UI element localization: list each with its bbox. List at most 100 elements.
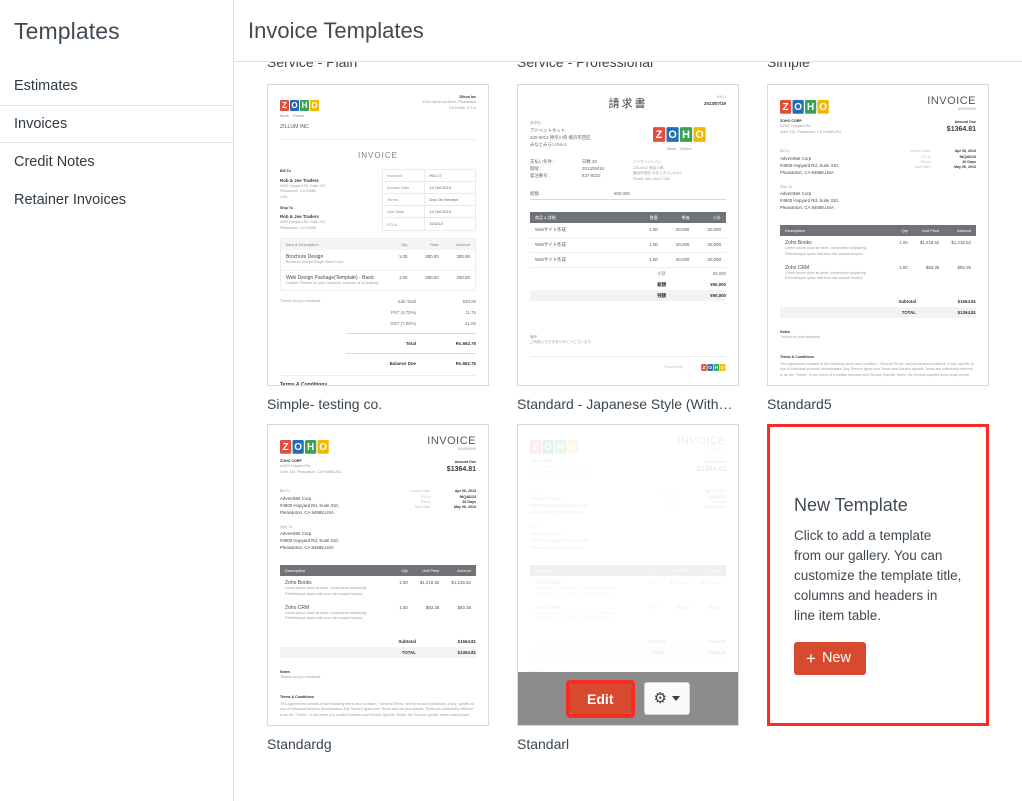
zoho-logo: ZOHO (780, 100, 830, 114)
column-header: Description (535, 568, 556, 574)
company-addr-1: Suite 310, Pleasanton, CA 94588,USA (280, 469, 342, 474)
ship-to-label: Ship To (280, 205, 293, 210)
item-qty: 1.00 (899, 265, 908, 271)
meta-value: 24 Oct 2013 (424, 182, 475, 194)
main-content: Invoice Templates Service - Plain Servic… (234, 0, 1022, 801)
total-value: ¥60,000 (710, 282, 726, 288)
sidebar-item-retainer-invoices[interactable]: Retainer Invoices (0, 181, 233, 219)
column-header: Rate (430, 242, 439, 248)
sidebar-item-estimates[interactable]: Estimates (0, 67, 233, 105)
settings-dropdown-button[interactable]: ⚙ (643, 682, 690, 715)
amount-due-value: $1364.81 (446, 465, 476, 473)
item-name: Webサイト作成 (535, 242, 566, 248)
total-value: $1564.81 (957, 298, 976, 304)
column-header: Qty (651, 568, 658, 574)
meta-value: INV-17 (424, 170, 475, 182)
new-template-panel[interactable]: New Template Click to add a template fro… (767, 424, 989, 726)
edit-button-highlight: Edit (566, 679, 635, 718)
table-header-row: Description Qty Unit Price Amount (280, 565, 476, 577)
item-desc: Lorem ipsum dolor sit amet, consectetur … (785, 246, 867, 256)
template-thumbnail-zillum[interactable]: ZOHO Work · Online ZILLUM INC Zillum Inc… (267, 84, 489, 386)
notes-text: ご利用いただきありがとうございます。 (530, 340, 595, 345)
edit-button[interactable]: Edit (570, 683, 631, 714)
template-card[interactable]: ZOHO ZOHO CORP #4900 Hopyard Rd, Suite 3… (767, 84, 1017, 412)
bill-to-0: AdventNet Corp (530, 495, 562, 501)
new-template-button[interactable]: + New (794, 641, 866, 675)
template-card[interactable]: INV-1 2013/07/19 請求書 請求先: アドベントネット 220-0… (517, 84, 767, 412)
ship-to-name: Rob & Joe Traders (280, 214, 319, 220)
item-amount: $83.35 (707, 605, 721, 611)
total-key: TOTAL (901, 309, 916, 315)
invoice-preview-standardg: ZOHO ZOHO CORP #4900 Hopyard Rd, Suite 3… (268, 425, 488, 725)
table-row: Brochure Design Brochure Design Single S… (281, 250, 475, 271)
bill-to-1: #4900 Hopyard Rd, Suite 310, (280, 502, 340, 508)
bill-to-label: Bill To (280, 169, 291, 174)
bill-to-1: #4900 Hopyard Rd, Suite 310, (780, 162, 840, 168)
column-header: 数量 (649, 214, 658, 220)
templates-grid: ZOHO Work · Online ZILLUM INC Zillum Inc… (234, 84, 1022, 764)
invoice-preview-standard5: ZOHO ZOHO CORP #4900 Hopyard Rd, Suite 3… (768, 85, 988, 385)
template-thumbnail-standard5[interactable]: ZOHO ZOHO CORP #4900 Hopyard Rd, Suite 3… (767, 84, 989, 386)
column-header: 商品 & 詳細 (535, 214, 556, 220)
meta-value: May 06, 2013 (704, 505, 726, 510)
template-thumbnail-japanese[interactable]: INV-1 2013/07/19 請求書 請求先: アドベントネット 220-0… (517, 84, 739, 386)
logo-subtitle: Work · Online (280, 114, 305, 118)
column-header: 単価 (681, 214, 690, 220)
table-row: Zoho Books Lorem ipsum dolor sit amet, c… (530, 576, 726, 601)
item-price: $1,218.52 (419, 580, 440, 586)
column-header: Description (285, 568, 306, 574)
total-key: TOTAL (651, 649, 666, 655)
new-template-button-label: New (821, 650, 851, 667)
invoice-meta-table: Invoice# INV-17 Invoice Date 24 Oct 2013 T… (382, 169, 476, 232)
zoho-logo: ZOHO (280, 100, 320, 111)
total-key: Subtotal (398, 638, 416, 644)
sidebar-item-invoices[interactable]: Invoices (0, 105, 233, 143)
invoice-preview-zillum: ZOHO Work · Online ZILLUM INC Zillum Inc… (268, 85, 488, 385)
new-template-description: Click to add a template from our gallery… (794, 528, 962, 623)
ship-to-0: AdventNet Corp (780, 191, 812, 197)
chevron-down-icon (671, 696, 680, 701)
template-card[interactable]: ZOHO ZOHO CORP #4900 Hopyard Rd, Suite 3… (267, 424, 517, 752)
bill-to-0: AdventNet Corp (280, 495, 312, 501)
template-thumbnail-standardg[interactable]: ZOHO ZOHO CORP #4900 Hopyard Rd, Suite 3… (267, 424, 489, 726)
bill-to-line-1: 220-0012 神奈川県 横浜市西区 (530, 134, 591, 140)
template-label: Standarl (517, 736, 570, 752)
terms-text: This Agreement consists of the following… (780, 361, 974, 377)
sidebar-item-credit-notes[interactable]: Credit Notes (0, 143, 233, 181)
ship-to-1: #4900 Hopyard Rd, Suite 310, (780, 198, 840, 204)
item-price: $83.35 (675, 605, 690, 611)
item-qty: 1.00 (649, 242, 658, 248)
company-addr-1: Suite 310, Pleasanton, CA 94588,USA (530, 469, 592, 474)
thumbnail-hover-toolbar: Edit ⚙ (518, 672, 738, 725)
meta-key: P.O.# (387, 221, 397, 227)
column-header: Qty (401, 568, 408, 574)
logo-subtitle: Work · Online (667, 147, 692, 152)
item-amount: $1,218.52 (951, 240, 971, 246)
column-header: Qty (401, 242, 408, 248)
bill-to-2: Pleasanton, CA 94588,USA (780, 169, 834, 175)
item-qty: 1.00 (649, 257, 658, 263)
notes-text: Thanks for your business. (280, 675, 322, 680)
doc-number: #00000546 (458, 447, 476, 451)
total-value: $1364.81 (457, 649, 476, 655)
item-desc: Custom Themes for your business, inclusi… (286, 280, 379, 285)
bill-to-2: Pleasanton, CA 94588,USA (280, 509, 334, 515)
item-name: Web Design Package(Template) - Basic (286, 274, 375, 281)
table-header-row: Description Qty Unit Price Amount (530, 565, 726, 577)
templates-scroll-area[interactable]: Service - Plain Service - Professional S… (234, 54, 1022, 801)
ship-to-line-2: Pleasanton, CA 94588 (280, 225, 316, 230)
new-template-card[interactable]: New Template Click to add a template fro… (767, 424, 1017, 752)
item-desc: Lorem ipsum dolor sit amet, consectetur … (535, 586, 617, 596)
table-header-row: Description Qty Unit Price Amount (780, 225, 976, 237)
template-card[interactable]: ZOHO Work · Online ZILLUM INC Zillum Inc… (267, 84, 517, 412)
plus-icon: + (806, 648, 816, 668)
ship-to-1: #4900 Hopyard Rd, Suite 310, (530, 538, 590, 544)
template-card-hovered[interactable]: ZOHO ZOHO CORP #4900 Hopyard Rd, Suite 3… (517, 424, 767, 752)
table-row: Zoho CRM Lorem ipsum dolor sit amet, con… (280, 601, 476, 626)
meta-key: Due Date : (914, 165, 932, 170)
ship-to-2: Pleasanton, CA 94588,USA (280, 545, 334, 551)
table-row: Zoho Books Lorem ipsum dolor sit amet, c… (280, 576, 476, 601)
column-header: Amount (707, 568, 721, 574)
total-key: GST (7.00%) (390, 321, 416, 327)
template-thumbnail-standarl[interactable]: ZOHO ZOHO CORP #4900 Hopyard Rd, Suite 3… (517, 424, 739, 726)
